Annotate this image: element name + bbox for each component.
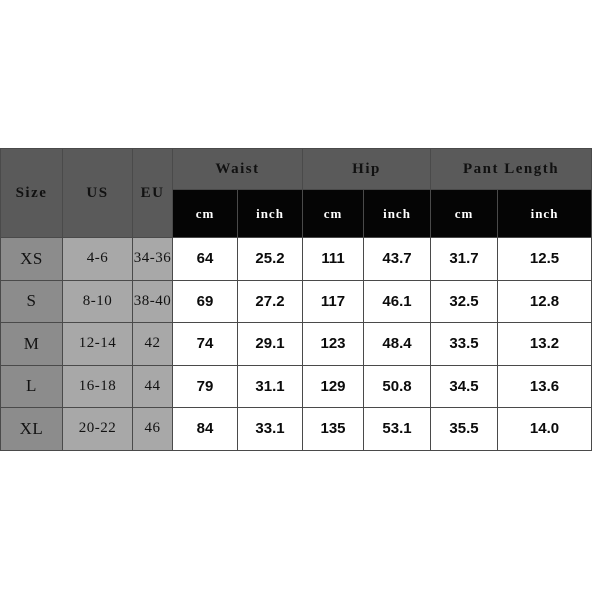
cell-size: L <box>0 364 63 408</box>
cell-us: 4-6 <box>62 237 133 281</box>
cell-hip-cm: 123 <box>302 322 364 366</box>
cell-eu: 38-40 <box>132 279 173 323</box>
column-header-group-pant-length: Pant Length <box>430 148 592 190</box>
unit-header-hip-inch: inch <box>363 189 431 238</box>
cell-hip-cm: 111 <box>302 237 364 281</box>
table-row: XS 4-6 34-36 64 25.2 111 43.7 31.7 12.5 <box>0 237 592 281</box>
cell-us: 20-22 <box>62 407 133 451</box>
column-header-size: Size <box>0 148 63 238</box>
cell-hip-inch: 53.1 <box>363 407 431 451</box>
cell-hip-inch: 50.8 <box>363 364 431 408</box>
cell-size: XS <box>0 237 63 281</box>
cell-pant-inch: 13.2 <box>497 322 592 366</box>
cell-hip-inch: 43.7 <box>363 237 431 281</box>
cell-size: XL <box>0 407 63 451</box>
unit-header-pant-inch: inch <box>497 189 592 238</box>
table-header: Size US EU Waist Hip Pant Length cm inch… <box>0 148 592 238</box>
table-row: L 16-18 44 79 31.1 129 50.8 34.5 13.6 <box>0 364 592 408</box>
table-row: S 8-10 38-40 69 27.2 117 46.1 32.5 12.8 <box>0 279 592 323</box>
unit-header-pant-cm: cm <box>430 189 498 238</box>
cell-pant-inch: 12.5 <box>497 237 592 281</box>
cell-pant-inch: 12.8 <box>497 279 592 323</box>
cell-hip-cm: 117 <box>302 279 364 323</box>
cell-pant-inch: 13.6 <box>497 364 592 408</box>
cell-pant-cm: 31.7 <box>430 237 498 281</box>
column-header-us: US <box>62 148 133 238</box>
unit-header-waist-inch: inch <box>237 189 303 238</box>
cell-waist-cm: 84 <box>172 407 238 451</box>
cell-eu: 44 <box>132 364 173 408</box>
cell-pant-cm: 32.5 <box>430 279 498 323</box>
cell-eu: 34-36 <box>132 237 173 281</box>
column-header-group-waist: Waist <box>172 148 303 190</box>
cell-waist-inch: 29.1 <box>237 322 303 366</box>
table-row: XL 20-22 46 84 33.1 135 53.1 35.5 14.0 <box>0 407 592 451</box>
unit-header-hip-cm: cm <box>302 189 364 238</box>
cell-hip-inch: 46.1 <box>363 279 431 323</box>
cell-hip-inch: 48.4 <box>363 322 431 366</box>
cell-eu: 46 <box>132 407 173 451</box>
cell-us: 12-14 <box>62 322 133 366</box>
size-chart-container: Size US EU Waist Hip Pant Length cm inch… <box>0 148 592 451</box>
cell-waist-cm: 74 <box>172 322 238 366</box>
cell-pant-cm: 33.5 <box>430 322 498 366</box>
cell-waist-cm: 64 <box>172 237 238 281</box>
cell-waist-inch: 33.1 <box>237 407 303 451</box>
cell-pant-cm: 34.5 <box>430 364 498 408</box>
cell-waist-cm: 69 <box>172 279 238 323</box>
cell-us: 8-10 <box>62 279 133 323</box>
header-row-primary: Size US EU Waist Hip Pant Length <box>0 148 592 238</box>
cell-waist-cm: 79 <box>172 364 238 408</box>
cell-pant-cm: 35.5 <box>430 407 498 451</box>
cell-pant-inch: 14.0 <box>497 407 592 451</box>
table-row: M 12-14 42 74 29.1 123 48.4 33.5 13.2 <box>0 322 592 366</box>
cell-waist-inch: 31.1 <box>237 364 303 408</box>
cell-hip-cm: 135 <box>302 407 364 451</box>
cell-waist-inch: 25.2 <box>237 237 303 281</box>
cell-size: M <box>0 322 63 366</box>
size-chart-table: Size US EU Waist Hip Pant Length cm inch… <box>0 148 592 451</box>
table-body: XS 4-6 34-36 64 25.2 111 43.7 31.7 12.5 … <box>0 237 592 451</box>
column-header-group-hip: Hip <box>302 148 431 190</box>
cell-hip-cm: 129 <box>302 364 364 408</box>
cell-eu: 42 <box>132 322 173 366</box>
cell-us: 16-18 <box>62 364 133 408</box>
unit-header-waist-cm: cm <box>172 189 238 238</box>
column-header-eu: EU <box>132 148 173 238</box>
cell-size: S <box>0 279 63 323</box>
cell-waist-inch: 27.2 <box>237 279 303 323</box>
